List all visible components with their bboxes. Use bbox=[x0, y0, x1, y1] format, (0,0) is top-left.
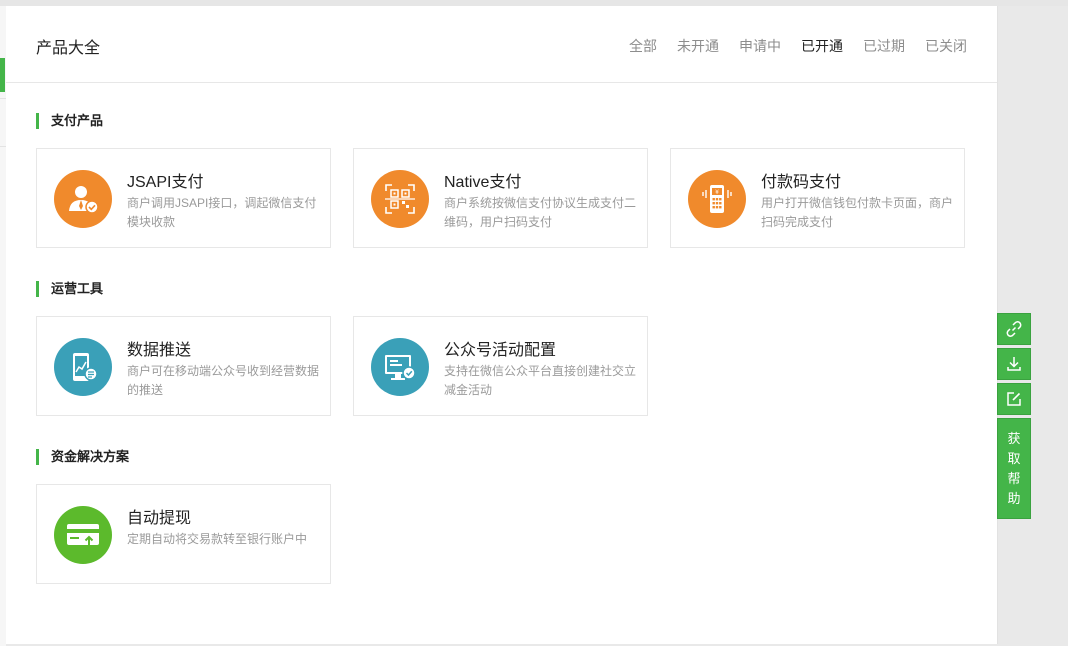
get-help-button[interactable]: 获 取 帮 助 bbox=[997, 418, 1031, 519]
left-nav-active-indicator bbox=[0, 58, 5, 92]
download-button[interactable] bbox=[997, 348, 1031, 380]
card-description: 商户可在移动端公众号收到经营数据的推送 bbox=[127, 364, 320, 397]
card-title: 数据推送 bbox=[127, 342, 192, 359]
card-title: 公众号活动配置 bbox=[444, 342, 557, 359]
card-title: JSAPI支付 bbox=[127, 174, 204, 191]
card-description: 支持在微信公众平台直接创建社交立减金活动 bbox=[444, 364, 637, 397]
product-card-native[interactable]: Native支付 商户系统按微信支付协议生成支付二维码，用户扫码支付 bbox=[353, 148, 648, 248]
help-label-char: 取 bbox=[1007, 451, 1021, 466]
card-description: 商户调用JSAPI接口，调起微信支付模块收款 bbox=[127, 196, 317, 229]
phone-chart-icon bbox=[54, 338, 112, 396]
card-description: 定期自动将交易款转至银行账户中 bbox=[127, 532, 308, 546]
filter-opened[interactable]: 已开通 bbox=[801, 36, 843, 56]
monitor-settings-icon bbox=[371, 338, 429, 396]
qr-scan-icon bbox=[371, 170, 429, 228]
product-card-auto-withdraw[interactable]: 自动提现 定期自动将交易款转至银行账户中 bbox=[36, 484, 331, 584]
pos-terminal-icon: ¥ bbox=[688, 170, 746, 228]
card-description: 商户系统按微信支付协议生成支付二维码，用户扫码支付 bbox=[444, 196, 637, 229]
card-upload-icon bbox=[54, 506, 112, 564]
svg-text:¥: ¥ bbox=[715, 189, 719, 196]
help-label-char: 帮 bbox=[1007, 471, 1021, 486]
card-title: Native支付 bbox=[444, 174, 522, 191]
filter-all[interactable]: 全部 bbox=[629, 36, 657, 56]
help-label-char: 获 bbox=[1007, 431, 1021, 446]
product-panel: 产品大全 全部 未开通 申请中 已开通 已过期 已关闭 支付产品 JSAPI支付… bbox=[6, 6, 998, 644]
side-toolbar: 获 取 帮 助 bbox=[997, 313, 1031, 519]
download-icon bbox=[1007, 357, 1021, 371]
panel-header: 产品大全 全部 未开通 申请中 已开通 已过期 已关闭 bbox=[6, 6, 997, 83]
filter-not-opened[interactable]: 未开通 bbox=[677, 36, 719, 56]
product-card-payment-code[interactable]: ¥ 付款码支付 用户打开微信钱包付款卡页面，商户扫码完成支付 bbox=[670, 148, 965, 248]
section-title-fund-solutions: 资金解决方案 bbox=[36, 449, 129, 465]
edit-button[interactable] bbox=[997, 383, 1031, 415]
section-title-payment-products: 支付产品 bbox=[36, 113, 103, 129]
edit-icon bbox=[1007, 392, 1021, 406]
help-label-char: 助 bbox=[1007, 491, 1021, 506]
product-card-jsapi[interactable]: JSAPI支付 商户调用JSAPI接口，调起微信支付模块收款 bbox=[36, 148, 331, 248]
filter-expired[interactable]: 已过期 bbox=[863, 36, 905, 56]
card-title: 自动提现 bbox=[127, 510, 192, 527]
link-icon bbox=[1006, 321, 1022, 337]
user-check-icon bbox=[54, 170, 112, 228]
card-title: 付款码支付 bbox=[761, 174, 842, 191]
section-title-operation-tools: 运营工具 bbox=[36, 281, 103, 297]
link-button[interactable] bbox=[997, 313, 1031, 345]
filter-applying[interactable]: 申请中 bbox=[739, 36, 781, 56]
card-description: 用户打开微信钱包付款卡页面，商户扫码完成支付 bbox=[761, 196, 954, 229]
product-card-activity-config[interactable]: 公众号活动配置 支持在微信公众平台直接创建社交立减金活动 bbox=[353, 316, 648, 416]
status-filter-tabs: 全部 未开通 申请中 已开通 已过期 已关闭 bbox=[629, 36, 967, 56]
product-card-data-push[interactable]: 数据推送 商户可在移动端公众号收到经营数据的推送 bbox=[36, 316, 331, 416]
page-title: 产品大全 bbox=[36, 40, 101, 57]
filter-closed[interactable]: 已关闭 bbox=[925, 36, 967, 56]
